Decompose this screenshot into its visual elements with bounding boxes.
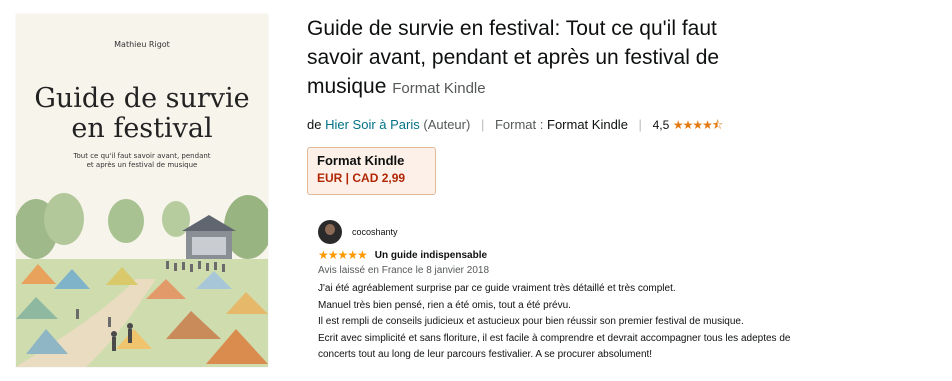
product-title: Guide de survie en festival: Tout ce qu'…	[307, 14, 777, 103]
review-line: Manuel très bien pensé, rien a été omis,…	[318, 299, 571, 311]
rating-value: 4,5	[652, 118, 670, 132]
product-format-inline: Format Kindle	[392, 80, 486, 97]
review-line: J'ai été agréablement surprise par ce gu…	[318, 283, 676, 294]
cover-title-line2: en festival	[71, 113, 213, 144]
byline-prefix: de	[307, 117, 322, 132]
byline: de Hier Soir à Paris (Auteur) | Format :…	[307, 116, 723, 137]
cover-author: Mathieu Rigot	[114, 40, 170, 49]
format-option-kindle[interactable]: Format Kindle EUR | CAD 2,99	[307, 147, 436, 195]
review-title[interactable]: Un guide indispensable	[375, 250, 487, 261]
format-value: Format Kindle	[547, 117, 628, 132]
format-label: Format :	[494, 117, 544, 132]
review-line: Il est rempli de conseils judicieux et a…	[318, 316, 744, 327]
book-cover[interactable]: Mathieu Rigot Guide de survie en festiva…	[16, 14, 268, 367]
format-option-price: EUR | CAD 2,99	[317, 171, 406, 185]
cover-subtitle-line2: et après un festival de musique	[86, 161, 198, 169]
review-stars-icon: ★★★★★	[318, 248, 368, 262]
customer-review: cocoshanty ★★★★★ Un guide indispensable …	[318, 220, 878, 364]
reviewer-name: cocoshanty	[352, 227, 398, 237]
cover-title: Guide de survie en festival	[16, 84, 268, 144]
reviewer-profile[interactable]: cocoshanty	[318, 220, 878, 244]
review-line: Ecrit avec simplicité et sans floriture,…	[318, 332, 791, 344]
format-option-name: Format Kindle	[317, 153, 405, 168]
byline-divider: |	[480, 117, 485, 132]
cover-title-line1: Guide de survie	[34, 83, 250, 114]
cover-festival-illustration	[16, 189, 268, 367]
cover-subtitle-line1: Tout ce qu'il faut savoir avant, pendant	[73, 152, 211, 160]
review-body: J'ai été agréablement surprise par ce gu…	[318, 281, 878, 364]
cover-subtitle: Tout ce qu'il faut savoir avant, pendant…	[56, 152, 228, 170]
author-link[interactable]: Hier Soir à Paris	[325, 117, 420, 132]
product-title-text: Guide de survie en festival: Tout ce qu'…	[307, 17, 720, 98]
byline-divider-2: |	[638, 117, 642, 132]
review-meta: Avis laissé en France le 8 janvier 2018	[318, 265, 490, 276]
rating-stars-icon[interactable]: ★★★★⯪	[673, 118, 723, 132]
review-line: concerts tout au long de leur parcours f…	[318, 349, 653, 360]
user-avatar-icon	[318, 220, 342, 244]
author-role: (Auteur)	[423, 117, 471, 132]
review-header: ★★★★★ Un guide indispensable	[318, 248, 878, 262]
